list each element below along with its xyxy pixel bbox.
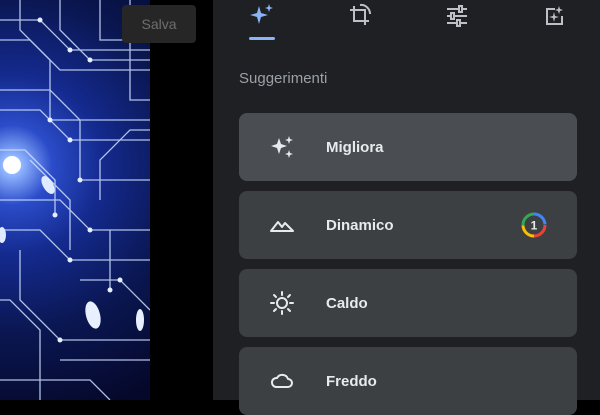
- suggestion-label: Freddo: [326, 372, 377, 390]
- save-button[interactable]: Salva: [122, 5, 196, 43]
- suggestion-label: Migliora: [326, 138, 384, 156]
- tab-crop-rotate[interactable]: [346, 2, 374, 30]
- suggestion-enhance[interactable]: Migliora: [239, 113, 577, 181]
- sparkle-icon: [250, 4, 273, 24]
- suggestion-dynamic[interactable]: Dinamico 1: [239, 191, 577, 259]
- suggestion-cool[interactable]: Freddo: [239, 347, 577, 415]
- photo-preview: [0, 0, 150, 400]
- cloud-icon: [269, 368, 295, 394]
- suggestion-warm[interactable]: Caldo: [239, 269, 577, 337]
- sliders-icon: [447, 5, 467, 27]
- suggestion-label: Caldo: [326, 294, 368, 312]
- mountains-icon: [269, 212, 295, 238]
- suggestion-label: Dinamico: [326, 216, 394, 234]
- crop-rotate-icon: [350, 3, 372, 25]
- premium-badge-icon: 1: [521, 212, 547, 238]
- section-title: Suggerimenti: [239, 70, 328, 87]
- tab-suggestions[interactable]: [248, 2, 276, 30]
- edit-panel: Suggerimenti Migliora Dinamico 1 Caldo F…: [213, 0, 600, 415]
- add-photo-icon: [546, 6, 563, 25]
- active-tab-indicator: [249, 37, 275, 40]
- sun-icon: [269, 290, 295, 316]
- badge-label: 1: [531, 219, 538, 233]
- tab-adjust[interactable]: [443, 2, 471, 30]
- circuit-image: [0, 0, 150, 400]
- sparkle-icon: [269, 134, 295, 160]
- tool-tabs: [213, 0, 600, 45]
- canvas-margin: [150, 0, 213, 400]
- tab-markup[interactable]: [541, 2, 569, 30]
